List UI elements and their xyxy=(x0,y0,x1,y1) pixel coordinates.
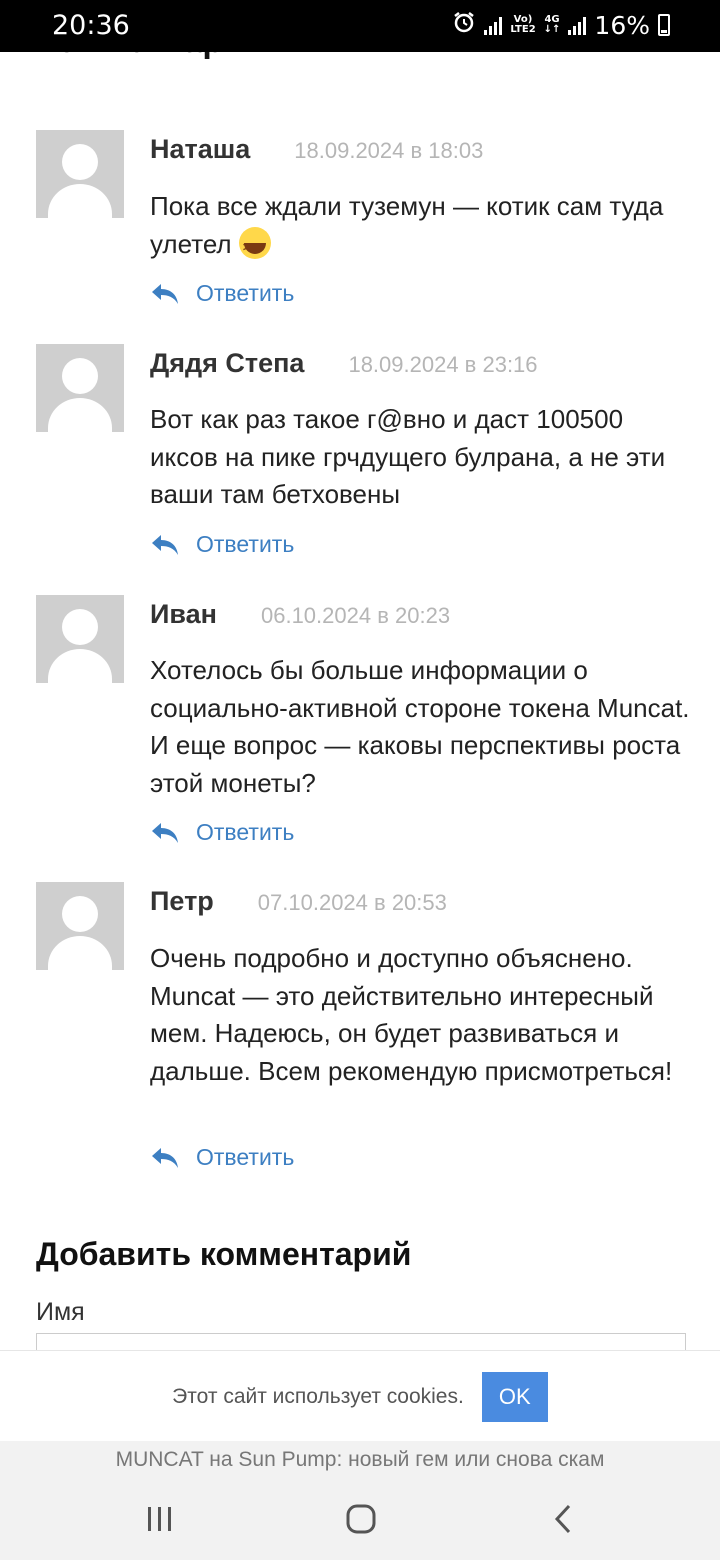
comment-date: 06.10.2024 в 20:23 xyxy=(260,603,451,628)
comment-text: Вот как раз такое г@вно и даст 100500 ик… xyxy=(150,404,666,509)
status-bar: 20:36 Vo) LTE2 4G ↓↑ 16% xyxy=(0,0,720,52)
reply-label: Ответить xyxy=(196,1144,295,1170)
comment-author: Дядя Степа xyxy=(150,348,305,378)
recent-apps-button[interactable] xyxy=(130,1499,190,1539)
reply-button[interactable]: Ответить xyxy=(150,1144,294,1171)
reply-icon xyxy=(152,822,178,843)
avatar xyxy=(36,595,124,683)
comment-item: Дядя Степа 18.09.2024 в 23:16 Вот как ра… xyxy=(0,344,720,574)
reply-icon xyxy=(152,283,178,304)
alarm-icon xyxy=(452,10,476,40)
network-4g-label: 4G ↓↑ xyxy=(543,14,561,35)
reply-label: Ответить xyxy=(196,531,295,557)
comment-text-content: Пока все ждали туземун — котик сам туда … xyxy=(150,191,664,259)
comment-date: 07.10.2024 в 20:53 xyxy=(257,890,447,915)
recent-apps-icon xyxy=(148,1507,171,1531)
signal-2-icon xyxy=(568,15,587,35)
comment-text: Хотелось бы больше информации о социальн… xyxy=(150,655,690,798)
home-icon xyxy=(346,1504,376,1534)
back-button[interactable] xyxy=(533,1499,593,1539)
comment-author: Иван xyxy=(150,599,217,629)
comment-date: 18.09.2024 в 18:03 xyxy=(294,138,484,163)
reply-button[interactable]: Ответить xyxy=(150,819,294,846)
grinning-squinting-face-icon xyxy=(238,226,271,266)
network-type-label: Vo) LTE2 xyxy=(510,15,535,35)
battery-icon xyxy=(658,14,670,36)
reply-button[interactable]: Ответить xyxy=(150,280,294,307)
back-icon xyxy=(554,1504,571,1534)
signal-1-icon xyxy=(484,15,503,35)
avatar xyxy=(36,130,124,218)
reply-button[interactable]: Ответить xyxy=(150,531,294,558)
add-comment-title: Добавить комментарий xyxy=(36,1236,412,1272)
battery-percent: 16% xyxy=(594,10,650,40)
status-icons: Vo) LTE2 4G ↓↑ 16% xyxy=(452,10,670,40)
avatar xyxy=(36,882,124,970)
comment-date: 18.09.2024 в 23:16 xyxy=(348,352,538,377)
avatar xyxy=(36,344,124,432)
reply-label: Ответить xyxy=(196,819,295,845)
reply-label: Ответить xyxy=(196,280,295,306)
home-button[interactable] xyxy=(331,1499,391,1539)
comment-author: Петр xyxy=(150,886,214,916)
comment-item: Наташа 18.09.2024 в 18:03 Пока все ждали… xyxy=(0,130,720,320)
comment-item: Иван 06.10.2024 в 20:23 Хотелось бы боль… xyxy=(0,595,720,855)
comment-author: Наташа xyxy=(150,134,251,164)
reply-icon xyxy=(152,1147,178,1168)
cookie-ok-button[interactable]: OK xyxy=(481,1372,548,1422)
browser-page-title[interactable]: MUNCAT на Sun Pump: новый гем или снова … xyxy=(0,1441,720,1481)
comment-item: Петр 07.10.2024 в 20:53 Очень подробно и… xyxy=(0,882,720,1182)
comment-text: Очень подробно и доступно объяснено. Mun… xyxy=(150,943,673,1086)
status-time: 20:36 xyxy=(52,10,130,41)
name-label: Имя xyxy=(36,1298,85,1326)
lte-label: LTE2 xyxy=(510,24,536,35)
reply-icon xyxy=(152,534,178,555)
cookie-text: Этот сайт использует cookies. xyxy=(172,1385,464,1408)
navigation-bar xyxy=(0,1481,720,1560)
cookie-banner: Этот сайт использует cookies. OK xyxy=(0,1350,720,1443)
comment-text: Пока все ждали туземун — котик сам туда … xyxy=(150,188,690,266)
